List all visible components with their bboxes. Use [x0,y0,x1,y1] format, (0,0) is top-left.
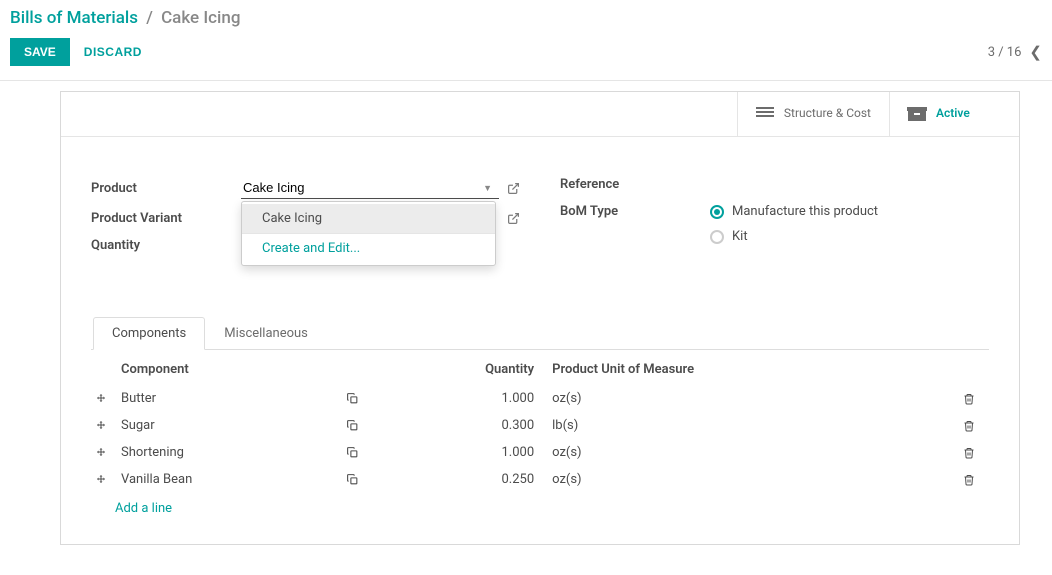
component-uom: oz(s) [548,385,959,412]
drag-handle-icon[interactable] [91,439,117,466]
quantity-label: Quantity [91,238,241,253]
component-qty: 1.000 [372,385,549,412]
variant-label: Product Variant [91,211,241,226]
table-row[interactable]: Sugar 0.300lb(s) [91,412,989,439]
copy-icon[interactable] [342,439,372,466]
table-row[interactable]: Shortening 1.000oz(s) [91,439,989,466]
pager-prev-icon[interactable]: ❮ [1029,43,1042,61]
delete-icon[interactable] [959,466,989,493]
dropdown-create-edit[interactable]: Create and Edit... [242,234,495,263]
drag-handle-icon[interactable] [91,412,117,439]
radio-kit-label: Kit [732,229,748,244]
table-row[interactable]: Vanilla Bean 0.250oz(s) [91,466,989,493]
component-name: Sugar [117,412,342,439]
component-uom: oz(s) [548,466,959,493]
structure-cost-label: Structure & Cost [784,106,871,122]
tab-miscellaneous[interactable]: Miscellaneous [205,317,327,350]
delete-icon[interactable] [959,412,989,439]
autocomplete-dropdown: Cake Icing Create and Edit... [241,201,496,266]
component-name: Butter [117,385,342,412]
tab-components[interactable]: Components [93,317,205,350]
archive-icon [908,107,926,121]
component-uom: lb(s) [548,412,959,439]
discard-button[interactable]: DISCARD [84,45,142,59]
drag-handle-icon[interactable] [91,466,117,493]
save-button[interactable]: SAVE [10,38,70,66]
component-name: Vanilla Bean [117,466,342,493]
pager: 3 / 16 ❮ [988,43,1042,61]
form-sheet: Structure & Cost Active Product ▼ [60,91,1020,545]
external-link-icon[interactable] [507,182,520,195]
breadcrumb-current: Cake Icing [161,8,240,28]
add-line-link[interactable]: Add a line [91,493,989,524]
structure-cost-button[interactable]: Structure & Cost [737,92,889,136]
table-row[interactable]: Butter 1.000oz(s) [91,385,989,412]
component-name: Shortening [117,439,342,466]
reference-label: Reference [560,177,710,192]
dropdown-item-cake-icing[interactable]: Cake Icing [242,204,495,233]
col-component: Component [117,354,342,385]
breadcrumb-root-link[interactable]: Bills of Materials [10,8,138,28]
components-table: Component Quantity Product Unit of Measu… [91,354,989,493]
copy-icon[interactable] [342,385,372,412]
active-button[interactable]: Active [889,92,1019,136]
active-label: Active [936,106,970,122]
component-uom: oz(s) [548,439,959,466]
copy-icon[interactable] [342,466,372,493]
product-input[interactable] [241,177,499,199]
delete-icon[interactable] [959,439,989,466]
external-link-icon[interactable] [507,212,520,225]
radio-manufacture-label: Manufacture this product [732,204,878,219]
drag-handle-icon[interactable] [91,385,117,412]
component-qty: 0.300 [372,412,549,439]
col-uom: Product Unit of Measure [548,354,959,385]
radio-manufacture[interactable]: Manufacture this product [710,204,989,219]
pager-text: 3 / 16 [988,45,1022,60]
bars-icon [756,107,774,121]
radio-dot-icon [710,230,724,244]
bom-type-label: BoM Type [560,204,710,219]
col-quantity: Quantity [372,354,549,385]
delete-icon[interactable] [959,385,989,412]
product-label: Product [91,181,241,196]
radio-kit[interactable]: Kit [710,229,989,244]
component-qty: 1.000 [372,439,549,466]
copy-icon[interactable] [342,412,372,439]
radio-dot-icon [710,205,724,219]
component-qty: 0.250 [372,466,549,493]
breadcrumb-separator: / [146,8,153,28]
breadcrumb: Bills of Materials / Cake Icing [10,8,1042,28]
